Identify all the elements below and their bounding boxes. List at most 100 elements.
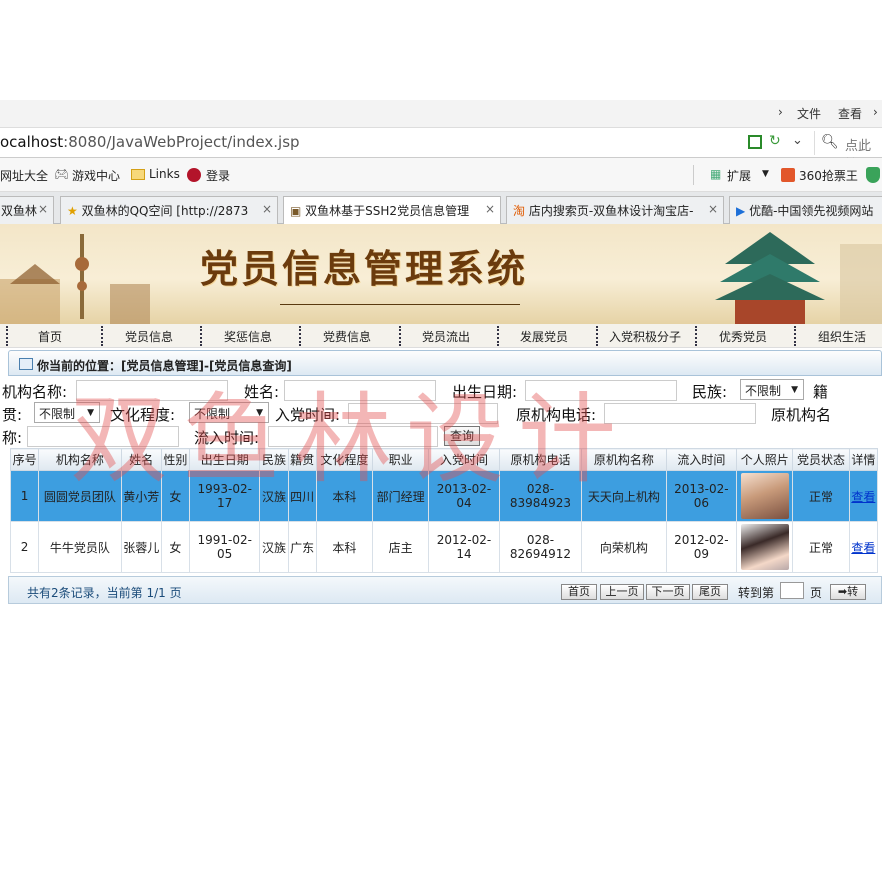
cell-inflow-time: 2012-02-09 xyxy=(665,521,738,573)
bookmark-2[interactable]: Links xyxy=(149,167,180,181)
bookmarks-bar: 网址大全 🎮︎ 游戏中心 Links 登录 ▦ 扩展 ▼ 360抢票王 xyxy=(0,158,882,192)
extensions-button[interactable]: 扩展 xyxy=(727,167,751,184)
caret-down-icon: ▼ xyxy=(256,408,263,418)
close-icon[interactable]: × xyxy=(485,202,495,216)
nav-org-life[interactable]: 组织生活 xyxy=(818,328,866,345)
education-select[interactable]: 不限制 ▼ xyxy=(189,402,269,423)
table-row[interactable]: 1 圆圆党员团队 黄小芳 女 1993-02-17 汉族 四川 本科 部门经理 … xyxy=(9,470,879,522)
chevron-right-icon[interactable]: › xyxy=(778,105,783,119)
native-label-part2: 贯: xyxy=(2,406,23,424)
ethnic-select[interactable]: 不限制 ▼ xyxy=(740,379,804,400)
col-header: 入党时间 xyxy=(428,448,500,471)
col-header: 机构名称 xyxy=(38,448,122,471)
bookmark-3[interactable]: 登录 xyxy=(206,167,230,184)
nav-separator xyxy=(101,326,105,346)
join-time-label: 入党时间: xyxy=(275,406,341,424)
join-time-input[interactable] xyxy=(348,403,498,424)
refresh-icon[interactable]: ↻ xyxy=(769,133,781,149)
play-icon: ▶ xyxy=(736,204,746,218)
first-page-button[interactable]: 首页 xyxy=(561,584,597,600)
ticket-button[interactable]: 360抢票王 xyxy=(799,167,858,184)
tab-4[interactable]: ▶ 优酷-中国领先视频网站 xyxy=(729,196,882,224)
tab-3[interactable]: 淘 店内搜索页-双鱼林设计淘宝店- × xyxy=(506,196,724,224)
bookmark-1[interactable]: 游戏中心 xyxy=(72,167,120,184)
col-header: 原机构名称 xyxy=(581,448,667,471)
cell-education: 本科 xyxy=(315,521,374,573)
cell-orig-phone: 028-83984923 xyxy=(498,470,583,522)
inflow-time-label: 流入时间: xyxy=(194,429,260,447)
title-underline xyxy=(280,304,520,305)
next-page-button[interactable]: 下一页 xyxy=(646,584,690,600)
tab-0[interactable]: 双鱼林 × xyxy=(0,196,54,224)
col-header: 序号 xyxy=(9,448,40,471)
nav-rewards[interactable]: 奖惩信息 xyxy=(224,328,272,345)
url-field[interactable]: ocalhost:8080/JavaWebProject/index.jsp xyxy=(0,133,300,151)
nav-home[interactable]: 首页 xyxy=(38,328,62,345)
col-header: 详情 xyxy=(848,448,879,471)
nav-separator xyxy=(695,326,699,346)
divider xyxy=(693,165,694,185)
nav-outflow[interactable]: 党员流出 xyxy=(422,328,470,345)
view-detail-link[interactable]: 查看 xyxy=(851,490,875,504)
cell-birth: 1993-02-17 xyxy=(188,470,261,522)
cell-name: 黄小芳 xyxy=(120,470,162,522)
shield-icon[interactable] xyxy=(866,167,880,183)
tab-bar: 双鱼林 × ★ 双鱼林的QQ空间 [http://2873 × ▣ 双鱼林基于SSH… xyxy=(0,192,882,225)
last-page-button[interactable]: 尾页 xyxy=(692,584,728,600)
tab-1[interactable]: ★ 双鱼林的QQ空间 [http://2873 × xyxy=(60,196,278,224)
menu-file[interactable]: 文件 xyxy=(797,105,821,122)
nav-separator xyxy=(299,326,303,346)
col-header: 民族 xyxy=(259,448,289,471)
address-bar[interactable]: ocalhost:8080/JavaWebProject/index.jsp ↻… xyxy=(0,128,882,173)
breadcrumb-text: 你当前的位置：[党员信息管理]-[党员信息查询] xyxy=(37,359,292,373)
cell-gender: 女 xyxy=(160,470,191,522)
birth-input[interactable] xyxy=(525,380,677,401)
caret-down-icon[interactable]: ▼ xyxy=(762,169,769,179)
name-input[interactable] xyxy=(284,380,436,401)
book-icon xyxy=(19,358,33,370)
page-number-input[interactable] xyxy=(780,582,804,599)
nav-excellent[interactable]: 优秀党员 xyxy=(719,328,767,345)
col-header: 个人照片 xyxy=(736,448,794,471)
orig-phone-input[interactable] xyxy=(604,403,756,424)
col-header: 流入时间 xyxy=(665,448,738,471)
inflow-time-input[interactable] xyxy=(268,426,438,447)
page-unit-label: 页 xyxy=(810,586,823,600)
nav-fees[interactable]: 党费信息 xyxy=(323,328,371,345)
native-label-part1: 籍 xyxy=(813,383,829,401)
nav-member-info[interactable]: 党员信息 xyxy=(125,328,173,345)
menu-view[interactable]: 查看 xyxy=(838,105,862,122)
taobao-icon: 淘 xyxy=(513,204,526,218)
nav-activists[interactable]: 入党积极分子 xyxy=(609,328,681,345)
ticket-icon xyxy=(781,168,795,182)
ethnic-label: 民族: xyxy=(692,383,728,401)
pager: 共有2条记录，当前第 1/1 页 首页 上一页 下一页 尾页 转到第 页 ➡转 xyxy=(8,576,882,604)
caret-down-icon: ▼ xyxy=(87,408,94,418)
org-name-input[interactable] xyxy=(76,380,228,401)
table-row[interactable]: 2 牛牛党员队 张蓉儿 女 1991-02-05 汉族 广东 本科 店主 201… xyxy=(9,521,879,573)
search-icon[interactable]: 🔍︎ xyxy=(821,134,839,150)
close-icon[interactable]: × xyxy=(262,202,272,216)
orig-org-input[interactable] xyxy=(27,426,179,447)
chevron-down-icon[interactable]: ⌄ xyxy=(792,133,803,148)
bookmark-0[interactable]: 网址大全 xyxy=(0,167,48,184)
main-nav: 首页 党员信息 奖惩信息 党费信息 党员流出 发展党员 入党积极分子 优秀党员 … xyxy=(0,324,882,348)
record-count: 共有2条记录，当前第 1/1 页 xyxy=(27,586,182,600)
col-header: 出生日期 xyxy=(188,448,261,471)
search-button[interactable]: 查询 xyxy=(444,426,480,446)
menu-more[interactable]: › xyxy=(873,105,878,119)
nav-develop[interactable]: 发展党员 xyxy=(520,328,568,345)
view-detail-link[interactable]: 查看 xyxy=(851,541,875,555)
go-button[interactable]: ➡转 xyxy=(830,584,866,600)
cell-detail: 查看 xyxy=(848,470,879,522)
cell-index: 1 xyxy=(9,470,40,522)
member-photo xyxy=(740,473,789,519)
tab-2-active[interactable]: ▣ 双鱼林基于SSH2党员信息管理 × xyxy=(283,196,501,225)
qrcode-icon[interactable] xyxy=(748,135,762,149)
close-icon[interactable]: × xyxy=(708,202,718,216)
education-label: 文化程度: xyxy=(110,406,176,424)
org-name-label: 机构名称: xyxy=(2,383,68,401)
close-icon[interactable]: × xyxy=(38,202,48,216)
prev-page-button[interactable]: 上一页 xyxy=(600,584,644,600)
native-select[interactable]: 不限制 ▼ xyxy=(34,402,100,423)
